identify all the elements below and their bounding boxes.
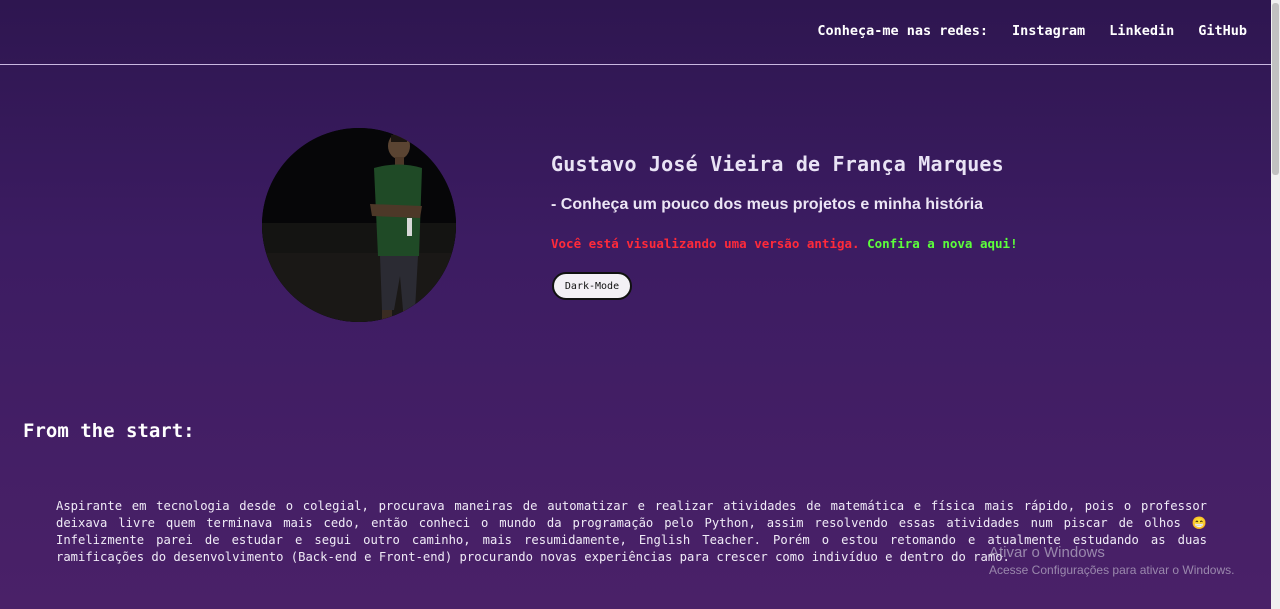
social-nav: Conheça-me nas redes: Instagram Linkedin… — [817, 23, 1247, 39]
new-version-link[interactable]: Confira a nova aqui! — [867, 236, 1018, 251]
github-link[interactable]: GitHub — [1198, 23, 1247, 39]
profile-subtitle: - Conheça um pouco dos meus projetos e m… — [551, 196, 984, 213]
vertical-scrollbar[interactable] — [1271, 0, 1280, 609]
about-section-title: From the start: — [23, 420, 195, 442]
social-nav-label: Conheça-me nas redes: — [817, 23, 989, 39]
watermark-subtitle: Acesse Configurações para ativar o Windo… — [989, 563, 1235, 577]
profile-photo — [262, 128, 456, 322]
old-version-warning: Você está visualizando uma versão antiga… — [551, 236, 860, 251]
top-navbar: Conheça-me nas redes: Instagram Linkedin… — [0, 0, 1271, 65]
watermark-title: Ativar o Windows — [989, 544, 1105, 561]
dark-mode-button[interactable]: Dark-Mode — [552, 272, 632, 300]
profile-name: Gustavo José Vieira de França Marques — [551, 152, 1004, 176]
instagram-link[interactable]: Instagram — [1012, 23, 1085, 39]
profile-photo-illustration — [262, 128, 456, 322]
windows-activation-watermark: Ativar o Windows Acesse Configurações pa… — [989, 544, 1234, 577]
scrollbar-thumb[interactable] — [1272, 3, 1279, 175]
linkedin-link[interactable]: Linkedin — [1109, 23, 1174, 39]
version-notice: Você está visualizando uma versão antiga… — [551, 236, 1018, 251]
